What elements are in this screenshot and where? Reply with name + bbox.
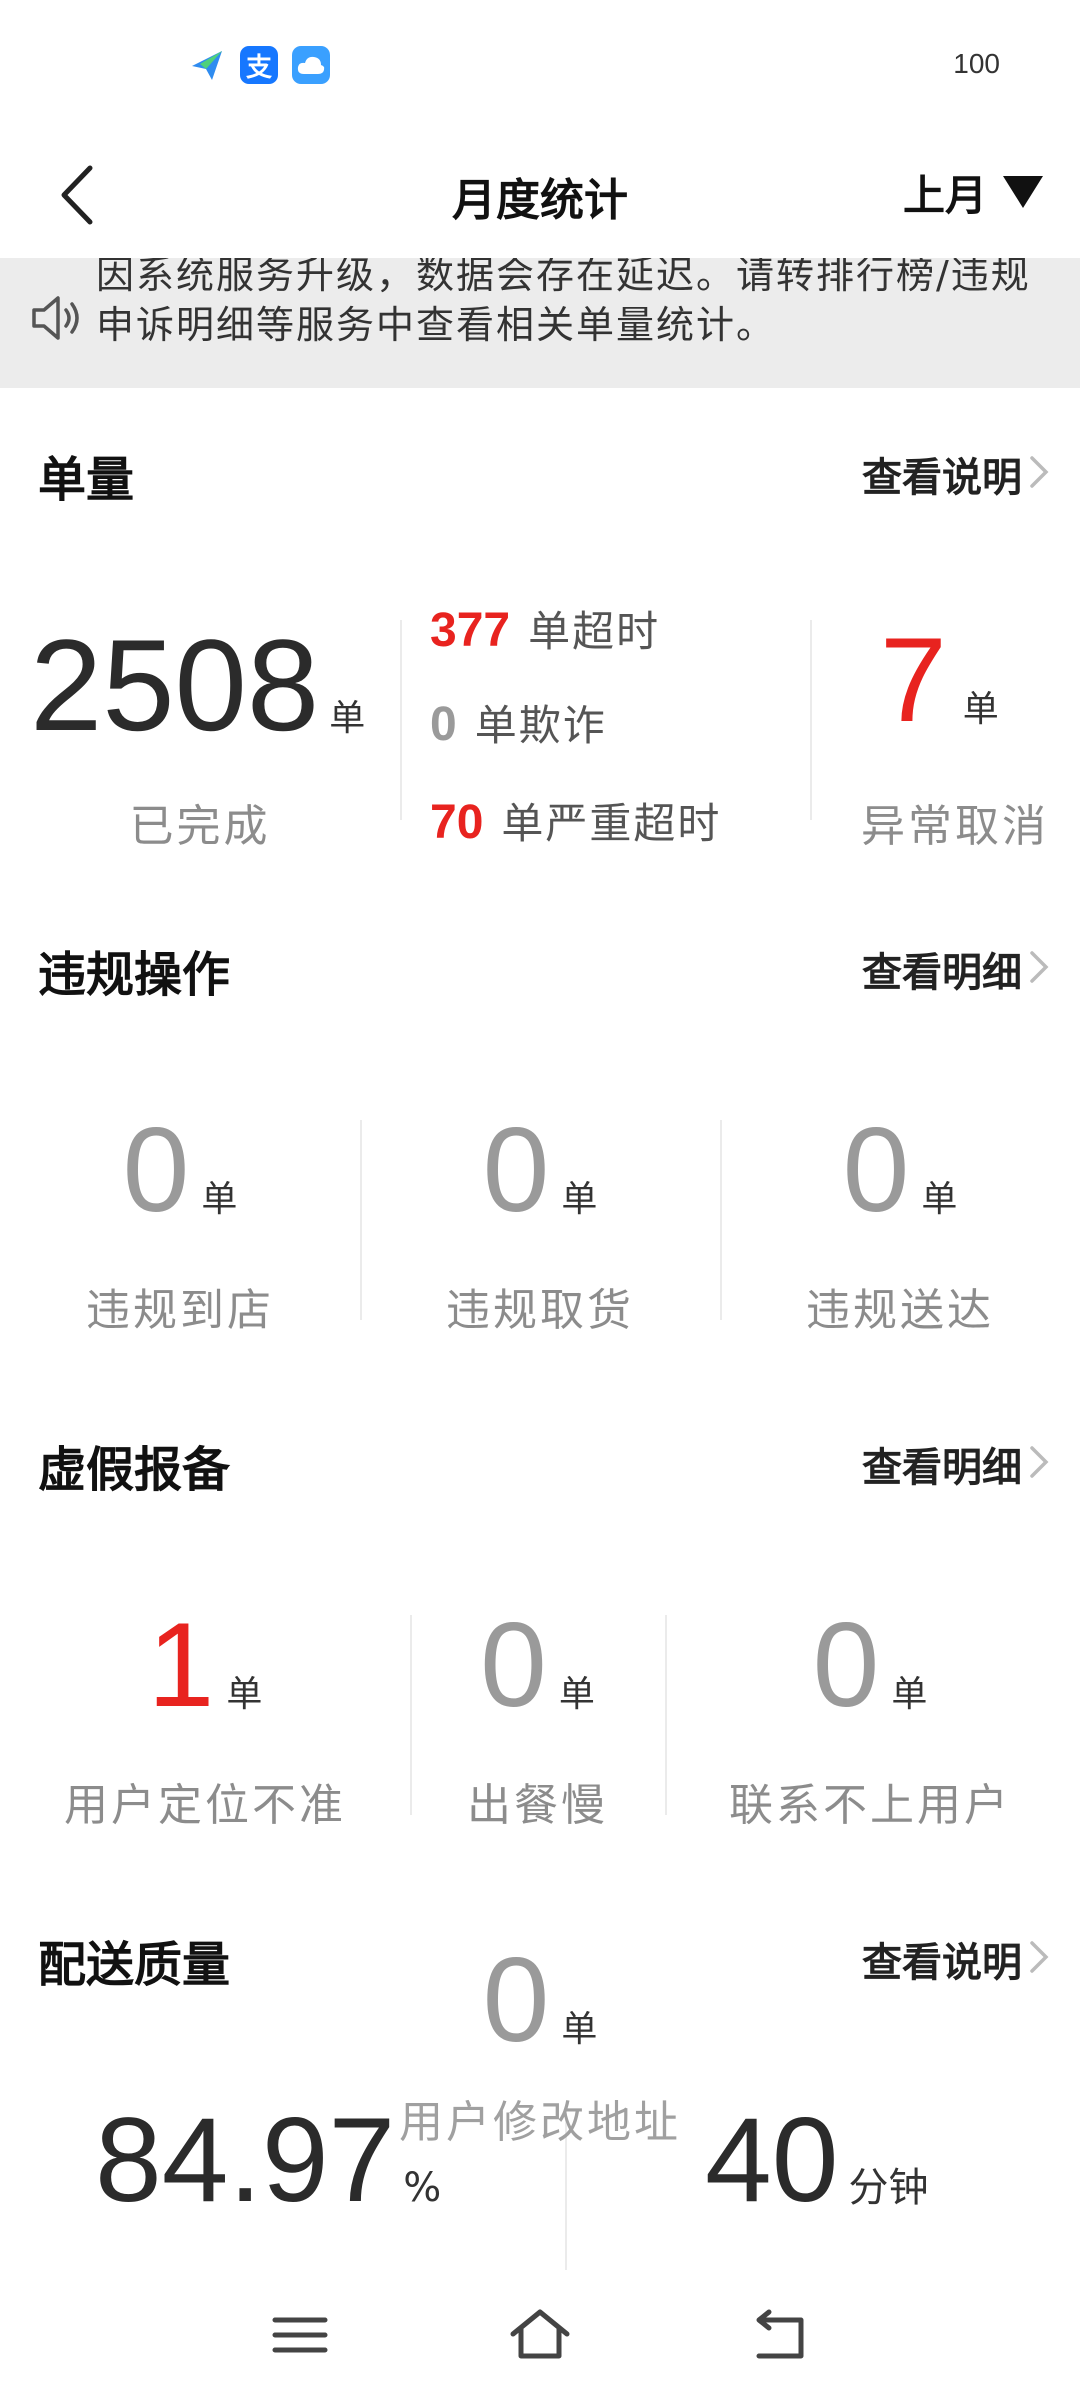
violation-pickup-item[interactable]: 0 单 违规取货 [360, 1110, 720, 1338]
location-inaccurate-value: 1 [147, 1598, 215, 1732]
location-inaccurate-label: 用户定位不准 [64, 1780, 346, 1831]
false-reports-view-details-link[interactable]: 查看明细 [862, 1435, 1050, 1493]
slow-meal-item[interactable]: 0 单 出餐慢 [410, 1605, 665, 1833]
app-header: 月度统计 上月 [0, 130, 1080, 255]
severe-overtime-label: 单严重超时 [501, 799, 722, 848]
address-modified-item[interactable]: 0 单 用户修改地址 [380, 1940, 700, 2150]
address-modified-unit: 单 [561, 2009, 598, 2050]
slow-meal-value: 0 [480, 1598, 547, 1732]
caret-down-icon [1001, 172, 1045, 214]
menu-icon[interactable] [265, 2300, 335, 2370]
chevron-right-icon [1028, 947, 1050, 991]
violation-arrive-label: 违规到店 [86, 1285, 274, 1336]
abnormal-cancel-label: 异常取消 [861, 801, 1049, 852]
severe-overtime-row: 70 单严重超时 [430, 790, 721, 851]
location-inaccurate-unit: 单 [226, 1674, 263, 1715]
violations-stats: 0 单 违规到店 0 单 违规取货 0 单 违规送达 [0, 1110, 1080, 1340]
violation-delivery-label: 违规送达 [806, 1285, 994, 1336]
quality-link-label: 查看说明 [862, 1940, 1022, 1986]
abnormal-cancel-value: 7 [880, 613, 947, 747]
avg-duration-value: 40 [705, 2093, 839, 2227]
system-nav-bar [0, 2270, 1080, 2400]
avg-duration: 40 分钟 [705, 2100, 928, 2220]
divider [810, 620, 812, 820]
violations-link-label: 查看明细 [862, 950, 1022, 996]
violations-section-title: 违规操作 [38, 947, 231, 1003]
violation-delivery-item[interactable]: 0 单 违规送达 [720, 1110, 1080, 1338]
overtime-value: 377 [430, 604, 511, 657]
month-label: 上月 [902, 171, 987, 220]
violation-delivery-value: 0 [842, 1103, 910, 1237]
orders-section-title: 单量 [38, 452, 135, 508]
unreachable-user-unit: 单 [891, 1674, 928, 1715]
back-nav-icon[interactable] [745, 2300, 815, 2370]
avg-duration-unit: 分钟 [848, 2165, 929, 2211]
violation-pickup-value: 0 [482, 1103, 550, 1237]
status-bar: 支 100 [0, 0, 1080, 130]
divider [400, 620, 402, 820]
unreachable-user-value: 0 [812, 1598, 880, 1732]
violation-arrive-value: 0 [122, 1103, 190, 1237]
month-selector[interactable]: 上月 [903, 162, 1045, 223]
completed-label: 已完成 [129, 801, 271, 852]
on-time-rate-unit: % [403, 2165, 442, 2211]
false-reports-stats: 1 单 用户定位不准 0 单 出餐慢 0 单 联系不上用户 [0, 1605, 1080, 1845]
fraud-value: 0 [430, 698, 457, 751]
violation-arrive-unit: 单 [201, 1179, 238, 1220]
abnormal-cancel-count: 7 单 [880, 620, 999, 740]
home-icon[interactable] [505, 2300, 575, 2370]
notice-text: 因系统服务升级，数据会存在延迟。请转排行榜/违规申诉明细等服务中查看相关单量统计… [96, 258, 1031, 347]
violations-view-details-link[interactable]: 查看明细 [862, 940, 1050, 998]
unreachable-user-label: 联系不上用户 [729, 1780, 1011, 1831]
battery-level: 100 [953, 48, 1000, 79]
completed-unit: 单 [329, 698, 366, 739]
orders-view-explanation-link[interactable]: 查看说明 [862, 445, 1050, 503]
false-reports-link-label: 查看明细 [862, 1445, 1022, 1491]
orders-link-label: 查看说明 [862, 455, 1022, 501]
unreachable-user-item[interactable]: 0 单 联系不上用户 [665, 1605, 1075, 1833]
quality-section-title: 配送质量 [38, 1937, 231, 1993]
address-modified-label: 用户修改地址 [399, 2097, 681, 2148]
completed-value: 2508 [30, 612, 320, 758]
slow-meal-label: 出餐慢 [467, 1780, 608, 1831]
false-reports-section-title: 虚假报备 [38, 1442, 231, 1498]
overtime-label: 单超时 [528, 607, 661, 656]
fraud-label: 单欺诈 [474, 701, 607, 750]
violation-delivery-unit: 单 [921, 1179, 958, 1220]
completed-count: 2508 单 [30, 620, 365, 750]
violation-arrive-item[interactable]: 0 单 违规到店 [0, 1110, 360, 1338]
abnormal-cancel-unit: 单 [962, 689, 999, 730]
fraud-row: 0 单欺诈 [430, 692, 607, 753]
violation-pickup-label: 违规取货 [446, 1285, 634, 1336]
violation-pickup-unit: 单 [561, 1179, 598, 1220]
chevron-right-icon [1028, 1937, 1050, 1981]
cloud-icon [292, 46, 330, 84]
chevron-right-icon [1028, 1442, 1050, 1486]
quality-view-explanation-link[interactable]: 查看说明 [862, 1930, 1050, 1988]
alipay-icon: 支 [240, 46, 278, 84]
alipay-icon-char: 支 [245, 52, 272, 83]
speaker-icon [30, 290, 86, 346]
location-inaccurate-item[interactable]: 1 单 用户定位不准 [0, 1605, 410, 1833]
send-icon [188, 46, 226, 84]
slow-meal-unit: 单 [558, 1674, 595, 1715]
notice-banner[interactable]: 因系统服务升级，数据会存在延迟。请转排行榜/违规申诉明细等服务中查看相关单量统计… [0, 258, 1080, 388]
overtime-row: 377 单超时 [430, 598, 660, 659]
chevron-right-icon [1028, 452, 1050, 496]
address-modified-value: 0 [482, 1933, 550, 2067]
severe-overtime-value: 70 [430, 796, 484, 849]
on-time-rate-value: 84.97 [95, 2093, 396, 2227]
